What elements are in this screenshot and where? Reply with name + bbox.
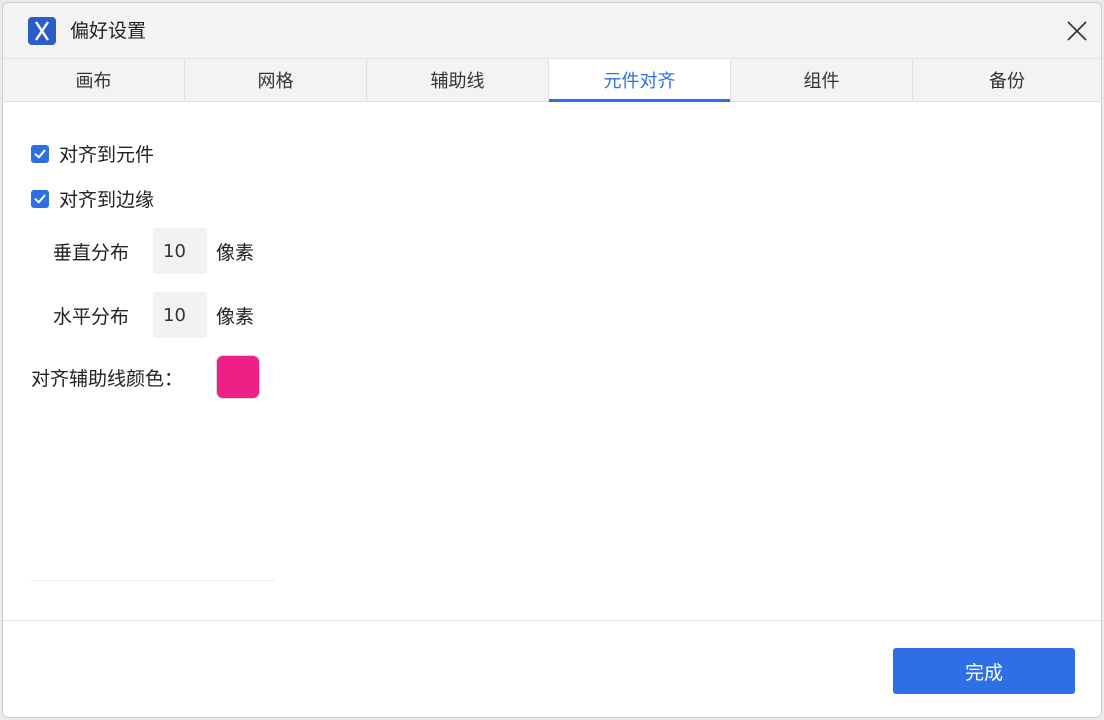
- tab-backup[interactable]: 备份: [913, 59, 1101, 101]
- dialog-title: 偏好设置: [70, 20, 147, 42]
- guide-color-label: 对齐辅助线颜色：: [31, 367, 184, 390]
- tab-grid[interactable]: 网格: [185, 59, 367, 101]
- tab-components[interactable]: 组件: [731, 59, 913, 101]
- horizontal-distribution-input[interactable]: [153, 292, 207, 338]
- preferences-dialog: 偏好设置 画布 网格 辅助线 元件对齐 组件 备份 对齐到元件 对齐到边缘 垂直…: [2, 2, 1102, 718]
- close-button[interactable]: [1059, 13, 1095, 49]
- snap-to-edges-label: 对齐到边缘: [59, 189, 155, 211]
- tab-guides[interactable]: 辅助线: [367, 59, 549, 101]
- snap-to-edges-option[interactable]: 对齐到边缘: [31, 185, 154, 212]
- snap-to-edges-checkbox[interactable]: [31, 189, 49, 208]
- tab-widget-snap[interactable]: 元件对齐: [549, 59, 731, 102]
- vertical-distribution-unit: 像素: [216, 241, 255, 264]
- snap-to-widgets-checkbox[interactable]: [31, 144, 49, 163]
- title-bar: 偏好设置: [3, 3, 1101, 58]
- close-icon: [1067, 21, 1087, 41]
- tab-canvas[interactable]: 画布: [3, 59, 185, 101]
- vertical-distribution-label: 垂直分布: [53, 241, 130, 264]
- vertical-distribution-input[interactable]: [153, 228, 207, 274]
- snap-to-widgets-label: 对齐到元件: [59, 144, 155, 166]
- footer-divider: [3, 620, 1101, 621]
- checkmark-icon: [34, 149, 46, 158]
- checkmark-icon: [34, 194, 46, 203]
- guide-color-row: 对齐辅助线颜色：: [31, 355, 260, 399]
- horizontal-distribution-unit: 像素: [216, 305, 255, 328]
- tab-bar: 画布 网格 辅助线 元件对齐 组件 备份: [3, 58, 1101, 102]
- snap-to-widgets-option[interactable]: 对齐到元件: [31, 140, 154, 167]
- done-button[interactable]: 完成: [893, 648, 1075, 694]
- content-divider: [31, 580, 275, 581]
- x-logo-icon: [28, 17, 56, 45]
- horizontal-distribution-label: 水平分布: [53, 305, 130, 328]
- guide-color-swatch[interactable]: [216, 355, 260, 399]
- tab-content: 对齐到元件 对齐到边缘 垂直分布 像素 水平分布 像素 对齐辅助线颜色：: [3, 102, 1101, 621]
- horizontal-distribution-row: 水平分布 像素: [53, 292, 254, 338]
- vertical-distribution-row: 垂直分布 像素: [53, 228, 254, 274]
